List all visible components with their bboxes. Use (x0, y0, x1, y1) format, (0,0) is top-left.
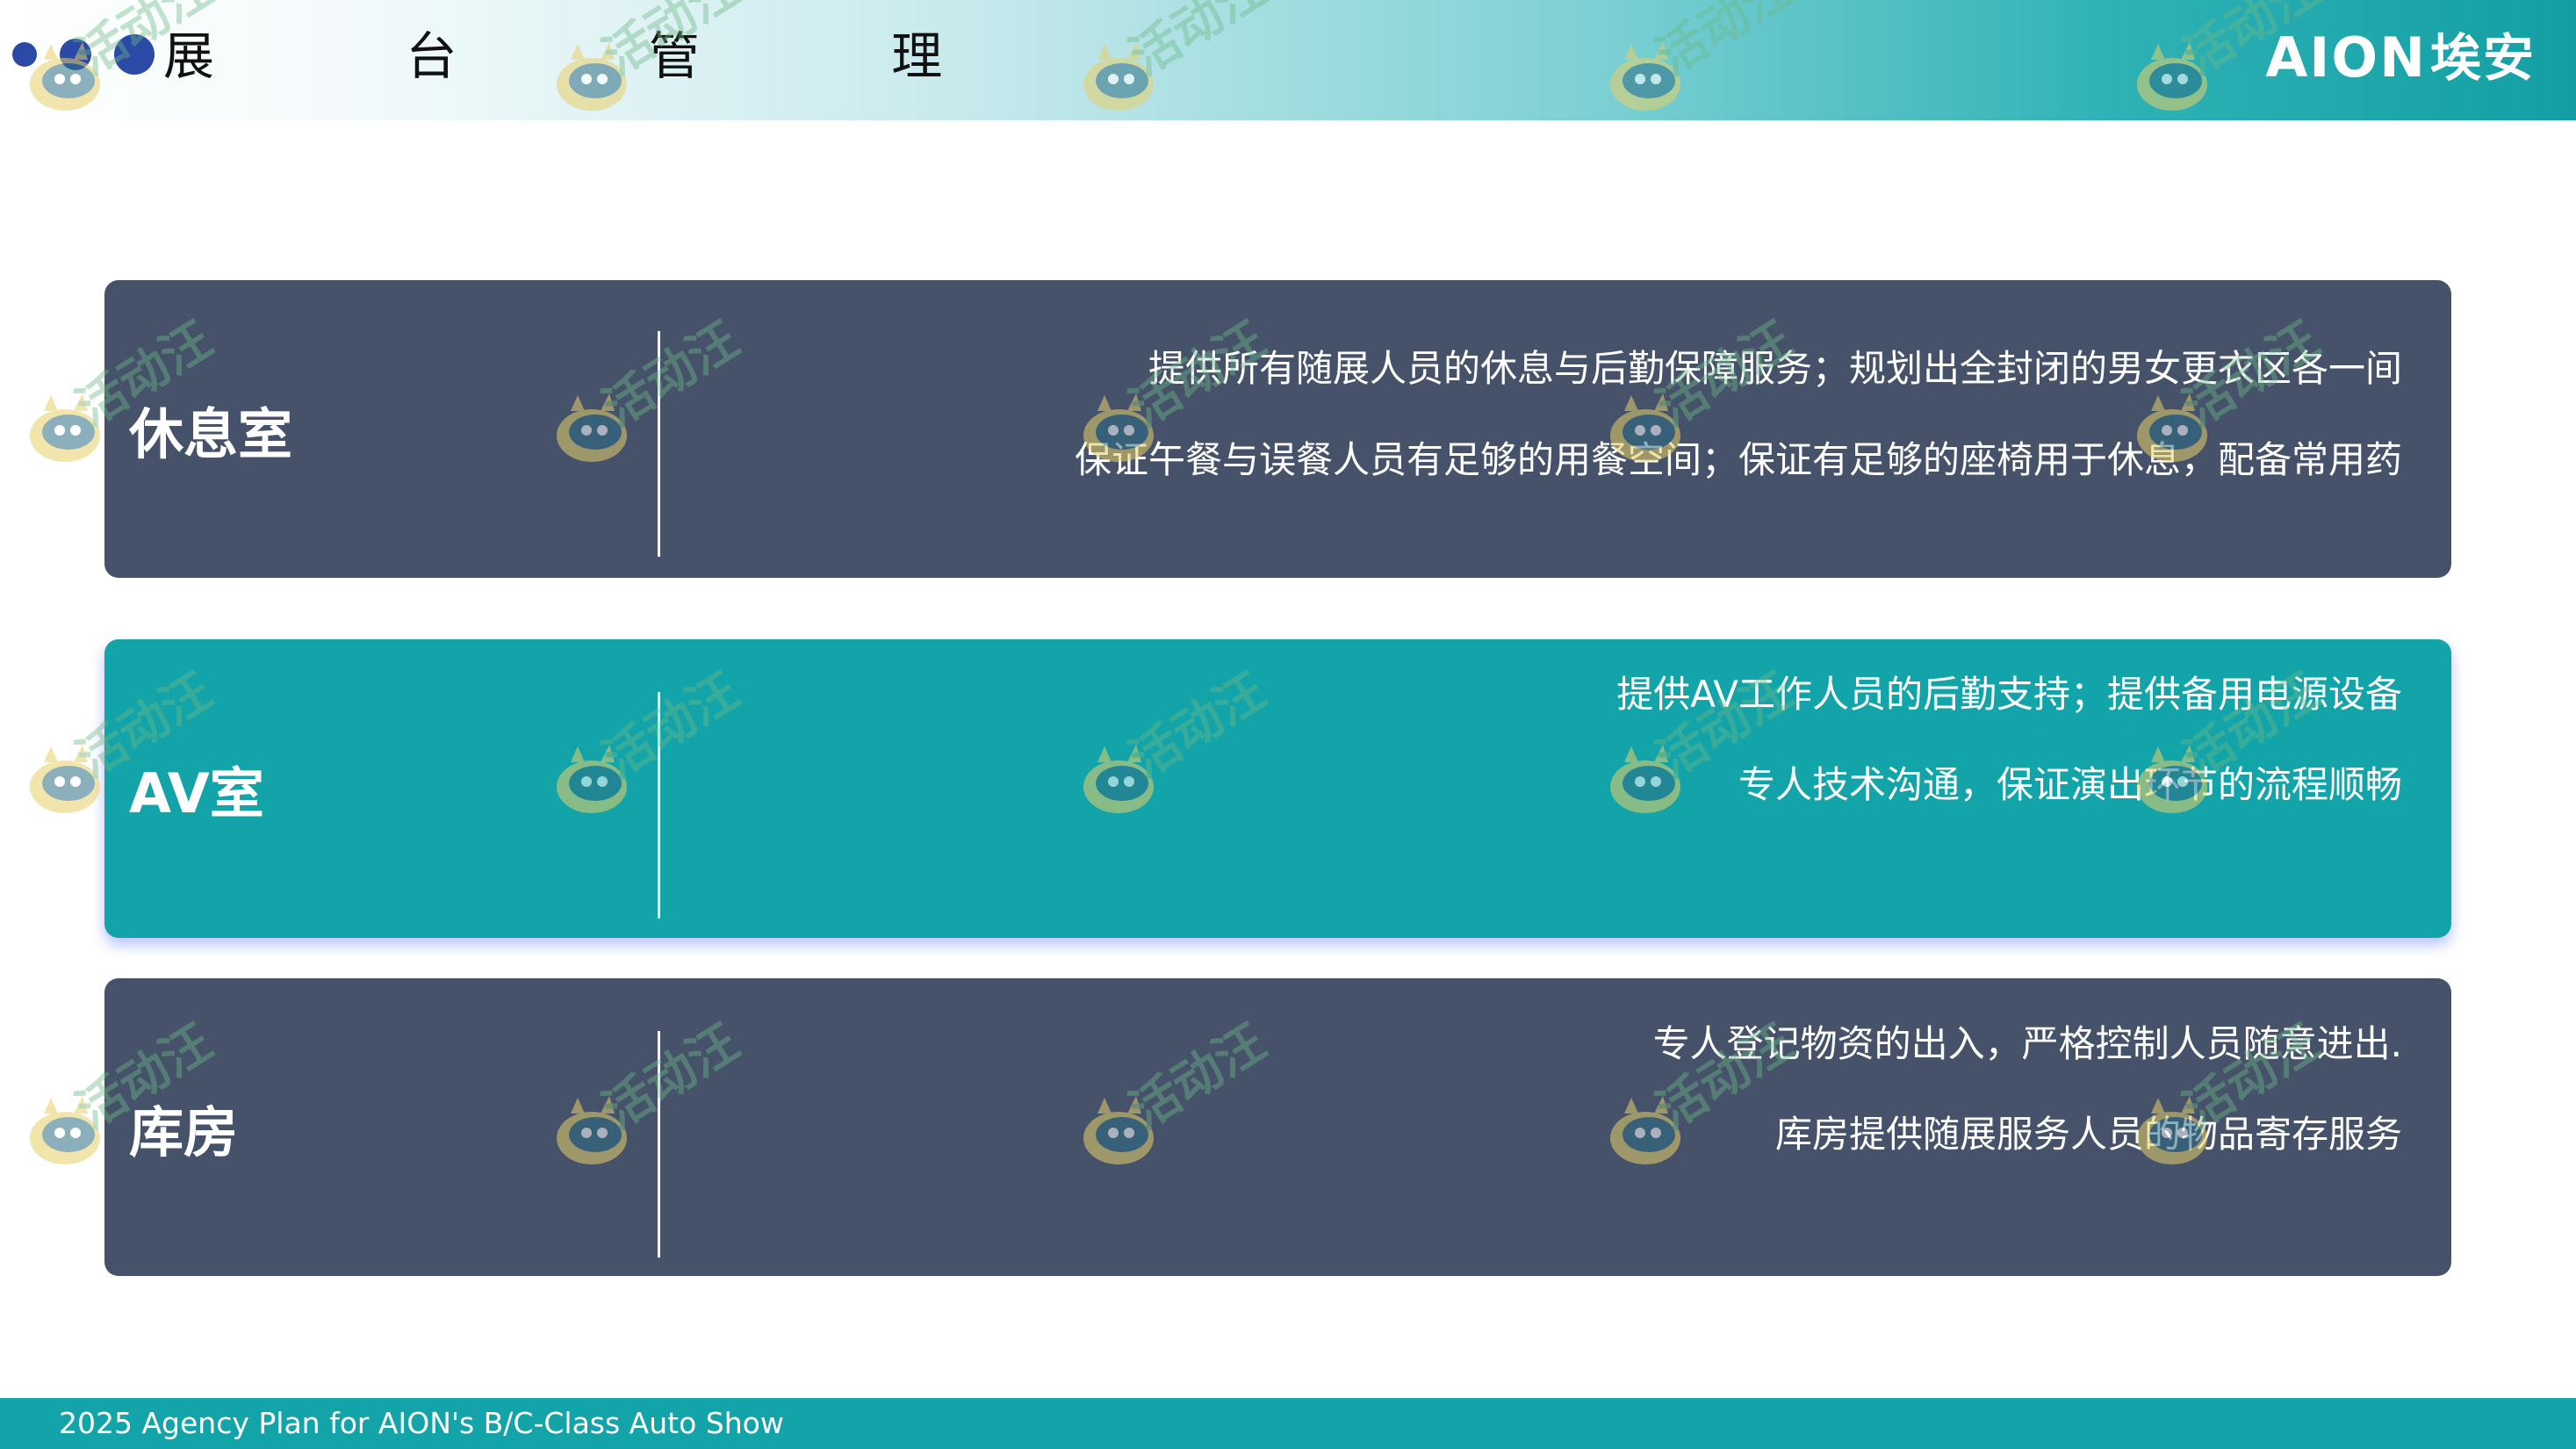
card-description-line: 提供AV工作人员的后勤支持；提供备用电源设备 (1616, 673, 2402, 716)
decorative-dots (12, 34, 155, 75)
mascot-icon (25, 743, 105, 817)
card-description-line: 提供所有随展人员的休息与后勤保障服务；规划出全封闭的男女更衣区各一间 (1148, 347, 2402, 390)
dot-large-icon (114, 34, 155, 75)
card-storage-room: 库房 专人登记物资的出入，严格控制人员随意进出. 库房提供随展服务人员的物品寄存… (104, 978, 2451, 1276)
card-rest-room: 休息室 提供所有随展人员的休息与后勤保障服务；规划出全封闭的男女更衣区各一间 保… (104, 280, 2451, 578)
brand-logo: AION 埃安 (2265, 25, 2536, 90)
card-divider (658, 692, 660, 919)
footer-text: 2025 Agency Plan for AION's B/C-Class Au… (59, 1406, 784, 1440)
dot-medium-icon (60, 39, 91, 70)
card-divider (658, 331, 660, 557)
card-description-line: 专人登记物资的出入，严格控制人员随意进出. (1652, 1022, 2402, 1065)
card-description-line: 保证午餐与误餐人员有足够的用餐空间；保证有足够的座椅用于休息，配备常用药 (1074, 438, 2402, 481)
dot-small-icon (12, 42, 37, 67)
card-av-room: AV室 提供AV工作人员的后勤支持；提供备用电源设备 专人技术沟通，保证演出环节… (104, 639, 2451, 938)
card-label: 库房 (129, 1099, 239, 1164)
brand-logo-chinese: 埃安 (2429, 28, 2536, 88)
page-title: 展 台 管 理 (163, 26, 1031, 86)
card-label: AV室 (129, 761, 264, 825)
mascot-icon (25, 1094, 105, 1168)
mascot-icon (25, 392, 105, 465)
card-label: 休息室 (129, 401, 293, 466)
header-band: 展 台 管 理 AION 埃安 (0, 0, 2576, 120)
card-description-line: 库房提供随展服务人员的物品寄存服务 (1774, 1113, 2402, 1156)
card-description-line: 专人技术沟通，保证演出环节的流程顺畅 (1738, 763, 2402, 806)
card-divider (658, 1031, 660, 1258)
footer-band: 2025 Agency Plan for AION's B/C-Class Au… (0, 1398, 2576, 1449)
brand-logo-latin: AION (2265, 25, 2427, 90)
